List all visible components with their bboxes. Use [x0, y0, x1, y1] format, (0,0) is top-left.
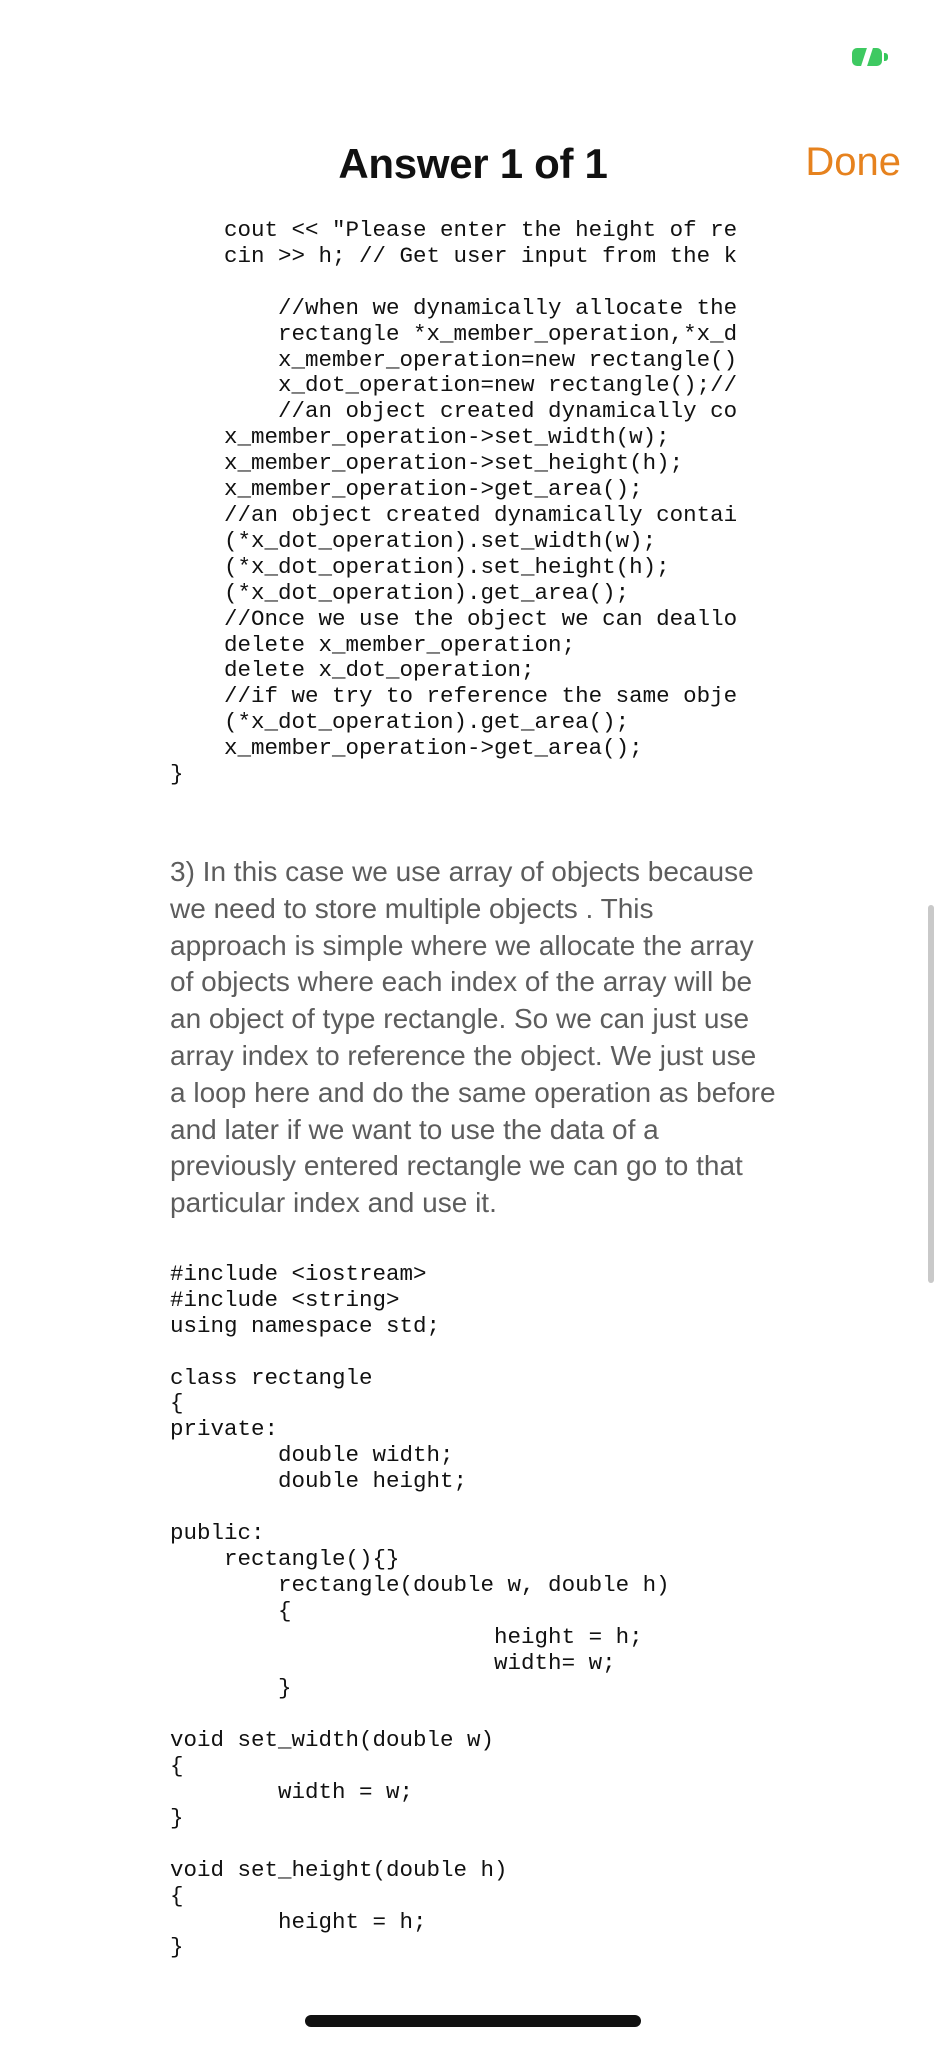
page-title: Answer 1 of 1 [338, 140, 608, 187]
status-bar [0, 0, 946, 110]
home-indicator[interactable] [305, 2015, 641, 2027]
code-block: #include <iostream> #include <string> us… [170, 1261, 670, 1961]
code-block: cout << "Please enter the height of re c… [170, 218, 738, 788]
answer-content[interactable]: cout << "Please enter the height of re c… [170, 218, 776, 1961]
battery-charging-icon [852, 48, 890, 66]
done-button[interactable]: Done [805, 140, 901, 185]
answer-header: Answer 1 of 1 Done [0, 120, 946, 210]
vertical-scrollbar[interactable] [928, 905, 934, 1283]
explanation-paragraph: 3) In this case we use array of objects … [170, 855, 776, 1219]
